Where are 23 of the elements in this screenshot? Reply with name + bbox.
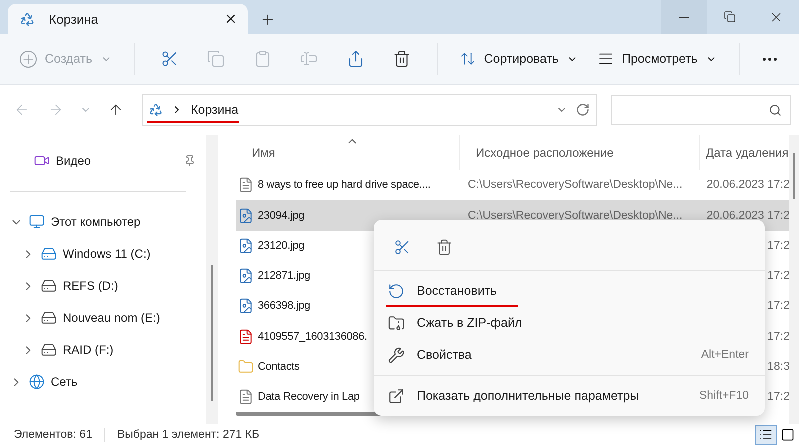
file-name: 23120.jpg	[258, 240, 305, 252]
date-cell: 17:2	[768, 391, 790, 403]
file-name: Data Recovery in Lap	[258, 391, 360, 403]
date-cell: 17:2	[768, 300, 790, 312]
file-name: 4109557_1603136086.	[258, 330, 368, 342]
date-cell: 20.06.2023 17:2	[706, 179, 790, 192]
file-name: 366398.jpg	[258, 300, 310, 312]
date-cell: 18:3	[768, 360, 790, 373]
date-cell: 17:2	[768, 240, 790, 252]
date-cell: 20.06.2023 17:2	[706, 210, 790, 222]
file-name: 212871.jpg	[258, 270, 310, 282]
file-name: 23094.jpg	[258, 210, 305, 222]
shortcut: Shift+F10	[699, 390, 749, 402]
location-cell: C:\Users\RecoverySoftware\Desktop\Ne...	[468, 179, 683, 192]
tab-title: Корзина	[49, 12, 100, 26]
shortcut: Alt+Enter	[701, 349, 749, 361]
selection-info: Выбран 1 элемент: 271 КБ	[117, 429, 260, 441]
file-name: Contacts	[258, 360, 300, 373]
item-count: Элементов: 61	[14, 429, 92, 441]
date-cell: 17:2	[768, 330, 790, 342]
location-cell: C:\Users\RecoverySoftware\Desktop\Ne...	[468, 210, 683, 222]
file-name: 8 ways to free up hard drive space....	[258, 179, 431, 192]
date-cell: 17:2	[768, 270, 790, 282]
